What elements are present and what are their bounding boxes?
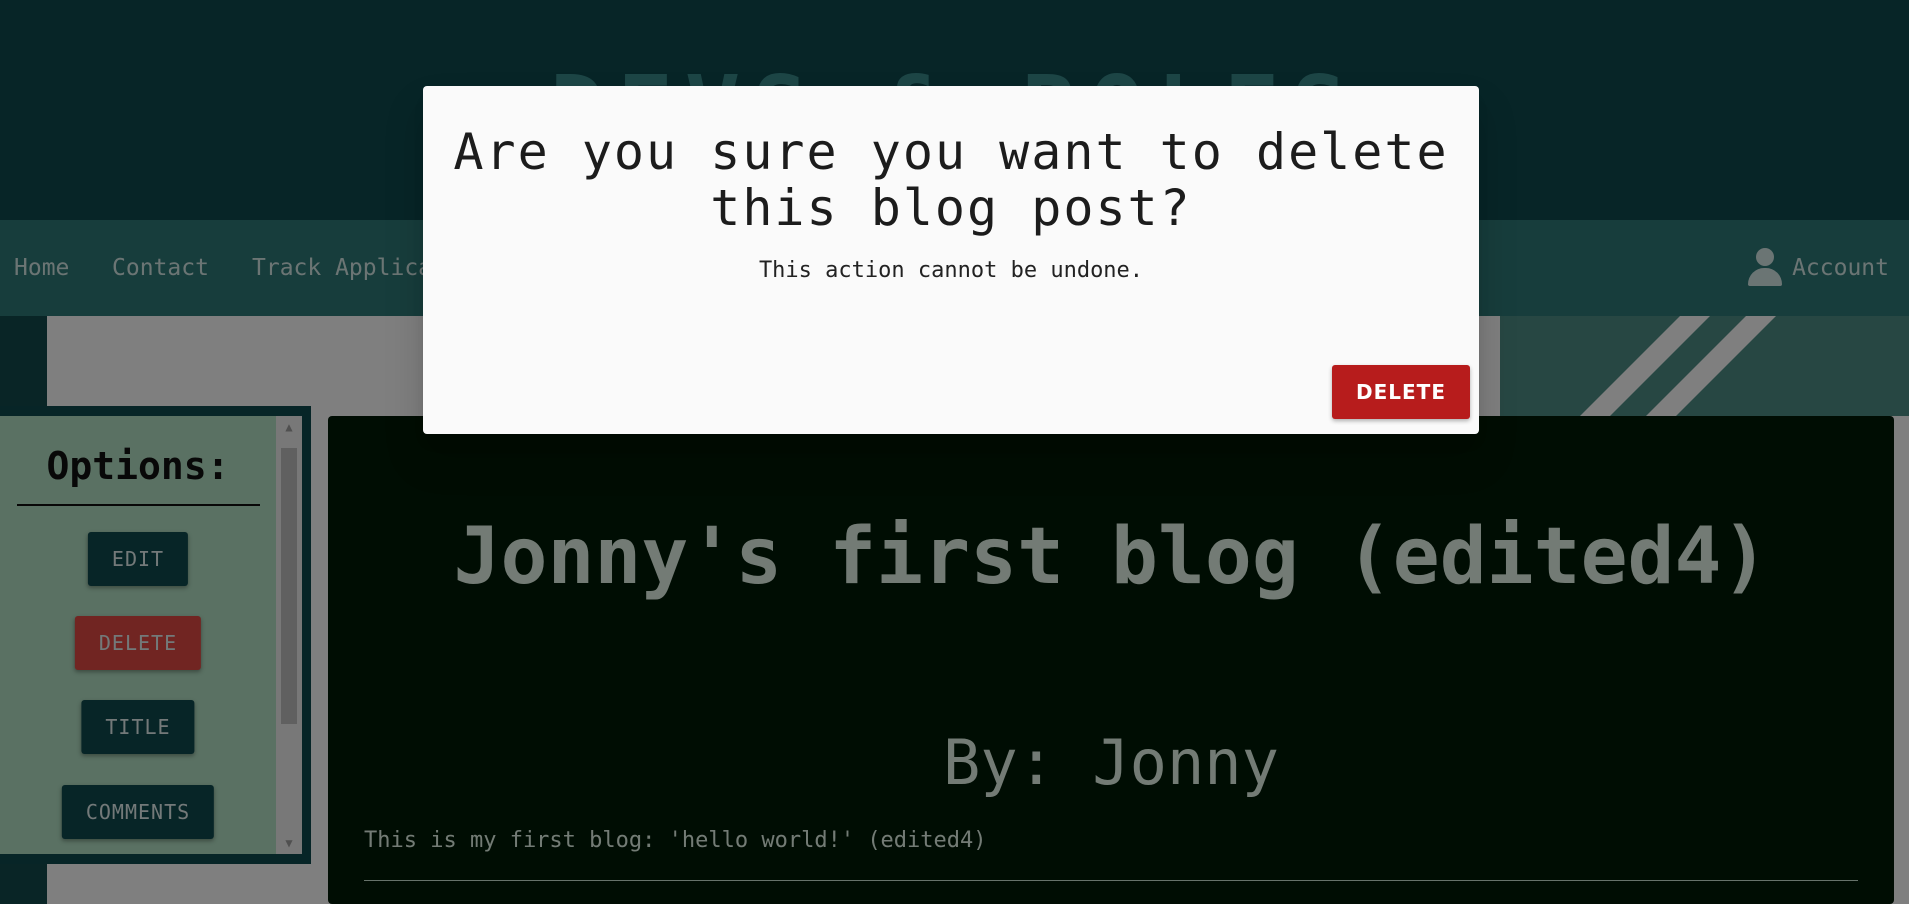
delete-confirm-dialog: Are you sure you want to delete this blo… — [423, 86, 1479, 434]
dialog-title: Are you sure you want to delete this blo… — [453, 123, 1449, 237]
confirm-delete-button[interactable]: DELETE — [1332, 365, 1470, 419]
dialog-message: This action cannot be undone. — [758, 258, 1144, 283]
